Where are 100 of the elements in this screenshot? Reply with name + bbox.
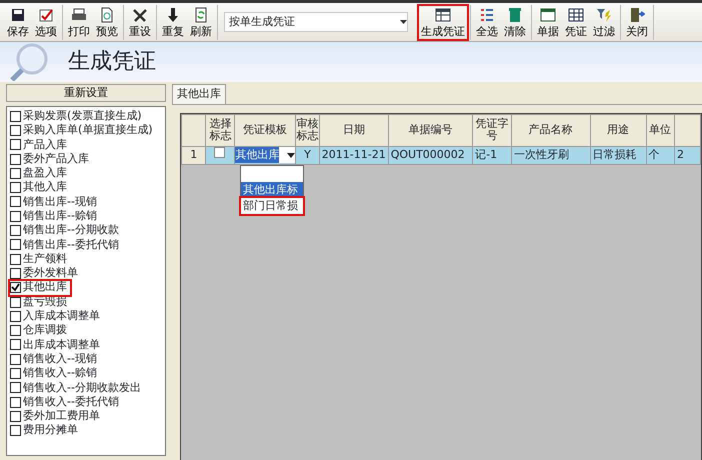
checkbox-label[interactable]: 费用分摊单 xyxy=(23,422,78,439)
toolbar-button[interactable]: 单据 xyxy=(534,4,562,40)
checkbox[interactable] xyxy=(10,310,21,322)
checkbox[interactable] xyxy=(10,139,21,150)
table-cell: QOUT000002 xyxy=(388,146,473,164)
printer-icon xyxy=(71,6,87,22)
checkbox-label[interactable]: 销售收入--赊销 xyxy=(23,365,97,382)
column-header: 产品名称 xyxy=(511,114,590,146)
toolbar-button[interactable]: 凭证 xyxy=(562,4,590,40)
column-header: 凭证字号 xyxy=(472,114,512,146)
toolbar-button[interactable]: 全选 xyxy=(473,4,501,40)
bin-icon xyxy=(507,6,523,22)
table-cell: 2011-11-21 xyxy=(319,146,388,164)
checkbox[interactable] xyxy=(10,268,21,279)
table-cell: Y xyxy=(296,146,320,164)
table-cell: 记-1 xyxy=(472,146,512,164)
column-header: 用途 xyxy=(590,114,646,146)
checkbox-label[interactable]: 销售出库--现销 xyxy=(23,194,97,210)
toolbar-button[interactable]: 刷新 xyxy=(187,4,215,40)
checkbox[interactable] xyxy=(10,182,21,194)
checkbox[interactable] xyxy=(10,410,21,422)
checkbox-label[interactable]: 出库成本调整单 xyxy=(23,336,100,354)
checkbox[interactable] xyxy=(10,396,21,408)
checkbox[interactable] xyxy=(10,382,21,394)
table-cell: 个 xyxy=(646,146,674,164)
checkbox[interactable] xyxy=(10,354,21,365)
dropdown-option[interactable]: 其他出库标 xyxy=(241,182,303,198)
checkbox-label[interactable]: 销售出库--委托代销 xyxy=(23,236,119,254)
checkbox-label[interactable]: 生产领料 xyxy=(23,250,67,268)
checkbox-label[interactable]: 委外加工费用单 xyxy=(23,408,100,425)
window-icon xyxy=(540,6,556,22)
column-header: 日期 xyxy=(319,114,388,146)
checkbox-label[interactable]: 委外产品入库 xyxy=(23,150,89,168)
checkbox-label[interactable]: 采购入库单(单据直接生成) xyxy=(23,122,153,139)
checkbox-label[interactable]: 采购发票(发票直接生成) xyxy=(23,108,142,124)
toolbar-button[interactable]: 清除 xyxy=(501,4,529,40)
checkbox[interactable] xyxy=(10,254,21,265)
checkbox-label[interactable]: 销售出库--分期收款 xyxy=(23,222,119,239)
checkbox-label[interactable]: 销售收入--分期收款发出 xyxy=(23,380,141,396)
table-cell: 一次性牙刷 xyxy=(511,146,590,164)
checkbox-label[interactable]: 销售收入--现销 xyxy=(23,350,97,368)
checkbox[interactable] xyxy=(10,154,21,165)
checkbox-label[interactable]: 销售出库--赊销 xyxy=(23,208,97,224)
checkbox[interactable] xyxy=(10,196,21,208)
page-title: 生成凭证 xyxy=(68,48,156,76)
checkbox-label[interactable]: 入库成本调整单 xyxy=(23,308,100,325)
checkbox-label[interactable]: 其他出库 xyxy=(23,279,67,296)
toolbar-button[interactable]: 生成凭证 xyxy=(418,4,468,40)
checkbox[interactable] xyxy=(10,425,21,436)
table-icon xyxy=(435,6,451,22)
table-icon xyxy=(568,6,584,22)
checkbox-label[interactable]: 其他入库 xyxy=(23,179,67,196)
filter-icon xyxy=(596,6,612,22)
checkbox-label[interactable]: 销售收入--委托代销 xyxy=(23,394,119,410)
toolbar-button[interactable]: 选项 xyxy=(32,4,60,40)
template-dropdown[interactable]: 其他出库 xyxy=(236,147,295,163)
checkbox[interactable] xyxy=(10,239,21,250)
caret-icon xyxy=(287,152,295,158)
checkbox[interactable] xyxy=(10,282,21,294)
checkbox[interactable] xyxy=(10,339,21,350)
column-header: 单位 xyxy=(646,114,674,146)
toolbar-button[interactable]: 预览 xyxy=(93,4,121,40)
checkbox[interactable] xyxy=(10,124,21,136)
checkbox[interactable] xyxy=(10,210,21,222)
toolbar-button[interactable]: 关闭 xyxy=(623,4,651,40)
dropdown-option[interactable]: 部门日常损 xyxy=(241,198,303,214)
checkbox[interactable] xyxy=(10,368,21,379)
list-icon xyxy=(479,6,495,22)
table-cell: 1 xyxy=(182,146,206,164)
refresh-icon xyxy=(193,6,209,22)
reset-button[interactable]: 重新设置 xyxy=(6,84,166,102)
checkbox-label[interactable]: 委外发料单 xyxy=(23,265,78,282)
column-header: 选择标志 xyxy=(206,114,235,146)
checkbox[interactable] xyxy=(10,296,21,308)
column-header: 审核标志 xyxy=(296,114,320,146)
column-header: 单据编号 xyxy=(388,114,473,146)
down-arrow-icon xyxy=(165,6,181,22)
report-type-dropdown[interactable]: 按单生成凭证 xyxy=(224,12,408,32)
caret-icon xyxy=(400,20,407,24)
checkbox-label[interactable]: 仓库调拨 xyxy=(23,322,67,339)
toolbar-button[interactable]: 重复 xyxy=(159,4,187,40)
toolbar-button[interactable]: 过滤 xyxy=(590,4,618,40)
save-icon xyxy=(10,6,26,22)
checkbox[interactable] xyxy=(10,325,21,336)
checkbox-label[interactable]: 产品入库 xyxy=(23,136,67,153)
toolbar-button[interactable]: 保存 xyxy=(4,4,32,40)
tab[interactable]: 其他出库 xyxy=(172,84,226,104)
column-header: 凭证模板 xyxy=(234,114,296,146)
exit-door-icon xyxy=(629,6,645,22)
checkbox[interactable] xyxy=(10,168,21,179)
toolbar-button[interactable]: 重设 xyxy=(126,4,154,40)
table-cell: 日常损耗 xyxy=(590,146,646,164)
checkmark-icon xyxy=(38,6,54,22)
preview-icon xyxy=(99,6,115,22)
table-cell: 2 xyxy=(674,146,700,164)
checkbox[interactable] xyxy=(214,147,225,158)
checkbox-label[interactable]: 盘盈入库 xyxy=(23,165,67,182)
checkbox[interactable] xyxy=(10,110,21,122)
checkbox[interactable] xyxy=(10,225,21,236)
toolbar-button[interactable]: 打印 xyxy=(65,4,93,40)
